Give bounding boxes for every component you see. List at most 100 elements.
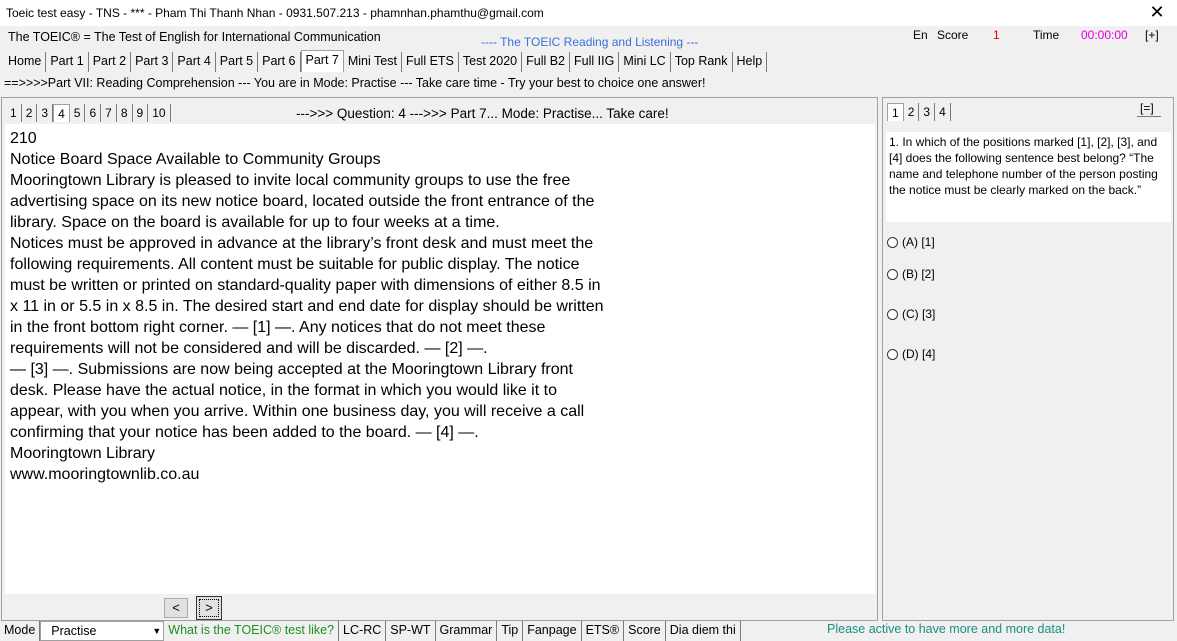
answer-option[interactable]: (A) [1] — [887, 235, 935, 249]
activation-notice: Please active to have more and more data… — [827, 622, 1066, 636]
subtitle: ---- The TOEIC Reading and Listening --- — [481, 35, 699, 49]
answer-option-label: (B) [2] — [902, 267, 935, 281]
mode-label: Mode — [0, 621, 41, 641]
mode-line: ==>>>>Part VII: Reading Comprehension --… — [4, 76, 706, 90]
tab-question-8[interactable]: 8 — [117, 104, 133, 122]
answer-option-label: (A) [1] — [902, 235, 935, 249]
next-button[interactable]: > — [196, 596, 222, 620]
passage-line: in the front bottom right corner. — [1] … — [10, 319, 546, 336]
prev-button[interactable]: < — [164, 598, 188, 618]
status-links: What is the TOEIC® test like? LC-RC SP-WT G… — [164, 621, 741, 641]
status-link-fanpage[interactable]: Fanpage — [523, 621, 582, 641]
menu-item-part-3[interactable]: Part 3 — [131, 52, 174, 72]
next-button-label: > — [199, 599, 219, 617]
tab-answer-4[interactable]: 4 — [935, 103, 951, 121]
menu-item-part-5[interactable]: Part 5 — [216, 52, 259, 72]
score-label: Score — [937, 28, 969, 42]
menu-item-full-b2[interactable]: Full B2 — [522, 52, 571, 72]
status-link-grammar[interactable]: Grammar — [436, 621, 498, 641]
tab-question-4[interactable]: 4 — [53, 104, 70, 122]
tab-question-3[interactable]: 3 — [37, 104, 54, 122]
menu-item-help[interactable]: Help — [733, 52, 768, 72]
tab-question-5[interactable]: 5 — [70, 104, 86, 122]
tab-answer-1[interactable]: 1 — [887, 103, 904, 121]
passage-line: appear, with you when you arrive. Within… — [10, 403, 585, 420]
answer-tabs: 1234 — [887, 103, 951, 121]
question-info: --->>> Question: 4 --->>> Part 7... Mode… — [296, 106, 669, 121]
menu-item-mini-test[interactable]: Mini Test — [344, 52, 402, 72]
passage-panel: 1 2 3 4 5 6 7 8 9 10 --->>> Question: 4 --->>> Pa… — [1, 97, 878, 621]
menu-item-full-iig[interactable]: Full IIG — [570, 52, 620, 72]
status-bar: Mode Practise ▼ What is the TOEIC® test … — [0, 621, 1177, 641]
answer-option-label: (C) [3] — [902, 307, 936, 321]
app-header: The TOEIC® = The Test of English for Int… — [0, 26, 1177, 50]
tab-question-1[interactable]: 1 — [6, 104, 22, 122]
answer-option[interactable]: (B) [2] — [887, 267, 935, 281]
passage-line: Mooringtown Library — [10, 445, 155, 462]
passage-line: advertising space on its new notice boar… — [10, 193, 595, 210]
status-link-score[interactable]: Score — [624, 621, 666, 641]
radio-button[interactable] — [887, 308, 898, 320]
passage-line: confirming that your notice has been add… — [10, 424, 479, 441]
status-link-dia-diem-thi[interactable]: Dia diem thi — [666, 621, 741, 641]
menu-item-home[interactable]: Home — [4, 52, 47, 72]
passage-line: 210 — [10, 130, 37, 147]
passage-text: 210 Notice Board Space Available to Commu… — [5, 124, 875, 594]
menu-item-mini-lc[interactable]: Mini LC — [619, 52, 671, 72]
menu-item-full-ets[interactable]: Full ETS — [402, 52, 459, 72]
passage-line: x 11 in or 5.5 in x 8.5 in. The desired … — [10, 298, 604, 315]
radio-button[interactable] — [887, 268, 898, 280]
radio-button[interactable] — [887, 348, 898, 360]
passage-line: www.mooringtownlib.co.au — [10, 466, 200, 483]
menu-item-part-4[interactable]: Part 4 — [173, 52, 216, 72]
panel-expand-button[interactable]: [=] — [1137, 101, 1161, 117]
tab-answer-2[interactable]: 2 — [904, 103, 920, 121]
tab-question-9[interactable]: 9 — [133, 104, 149, 122]
passage-line: library. Space on the board is available… — [10, 214, 500, 231]
time-value: 00:00:00 — [1081, 28, 1128, 42]
passage-line: desk. Please have the actual notice, in … — [10, 382, 557, 399]
status-link-tip[interactable]: Tip — [497, 621, 524, 641]
close-icon[interactable]: ✕ — [1147, 2, 1167, 23]
passage-line: Notice Board Space Available to Communit… — [10, 151, 381, 168]
passage-line: — [3] —. Submissions are now being accep… — [10, 361, 573, 378]
language-toggle[interactable]: En — [913, 28, 928, 42]
window-title: Toeic test easy - TNS - *** - Pham Thi T… — [6, 6, 544, 20]
tab-question-10[interactable]: 10 — [148, 104, 171, 122]
chevron-down-icon: ▼ — [152, 626, 162, 636]
expand-button[interactable]: [+] — [1145, 28, 1159, 42]
question-panel: 1234 [=] 1. In which of the positions ma… — [882, 97, 1174, 621]
question-tabs: 1 2 3 4 5 6 7 8 9 10 — [6, 104, 171, 122]
status-link-ets[interactable]: ETS® — [582, 621, 625, 641]
answer-option[interactable]: (C) [3] — [887, 307, 935, 321]
passage-line: following requirements. All content must… — [10, 256, 580, 273]
brand-text: The TOEIC® = The Test of English for Int… — [8, 30, 381, 44]
tab-question-2[interactable]: 2 — [22, 104, 38, 122]
menu-item-part-7[interactable]: Part 7 — [300, 50, 344, 72]
menu-item-part-6[interactable]: Part 6 — [258, 52, 301, 72]
mode-select-value: Practise — [51, 624, 97, 638]
passage-line: must be written or printed on standard-q… — [10, 277, 601, 294]
passage-line: Mooringtown Library is pleased to invite… — [10, 172, 571, 189]
tab-question-7[interactable]: 7 — [101, 104, 117, 122]
passage-line: requirements will not be considered and … — [10, 340, 488, 357]
menu-item-part-2[interactable]: Part 2 — [89, 52, 132, 72]
menu-item-test-2020[interactable]: Test 2020 — [459, 52, 523, 72]
radio-button[interactable] — [887, 236, 898, 248]
menu-item-top-rank[interactable]: Top Rank — [671, 52, 733, 72]
answer-option-label: (D) [4] — [902, 347, 936, 361]
time-label: Time — [1033, 28, 1060, 42]
status-link-sp-wt[interactable]: SP-WT — [386, 621, 436, 641]
status-link-lc-rc[interactable]: LC-RC — [339, 621, 387, 641]
tab-question-6[interactable]: 6 — [85, 104, 102, 122]
tab-answer-3[interactable]: 3 — [919, 103, 936, 121]
menu-item-part-1[interactable]: Part 1 — [46, 52, 89, 72]
passage-line: Notices must be approved in advance at t… — [10, 235, 594, 252]
answer-option[interactable]: (D) [4] — [887, 347, 935, 361]
menu-bar: Home Part 1 Part 2 Part 3 Part 4 Part 5 Part 6… — [4, 50, 768, 72]
mode-select[interactable]: Practise ▼ — [40, 621, 165, 641]
title-bar: Toeic test easy - TNS - *** - Pham Thi T… — [0, 0, 1177, 26]
status-link-what-is-the-toeic-test-like[interactable]: What is the TOEIC® test like? — [164, 621, 340, 641]
question-text: 1. In which of the positions marked [1],… — [886, 132, 1171, 222]
score-value: 1 — [993, 28, 1000, 42]
